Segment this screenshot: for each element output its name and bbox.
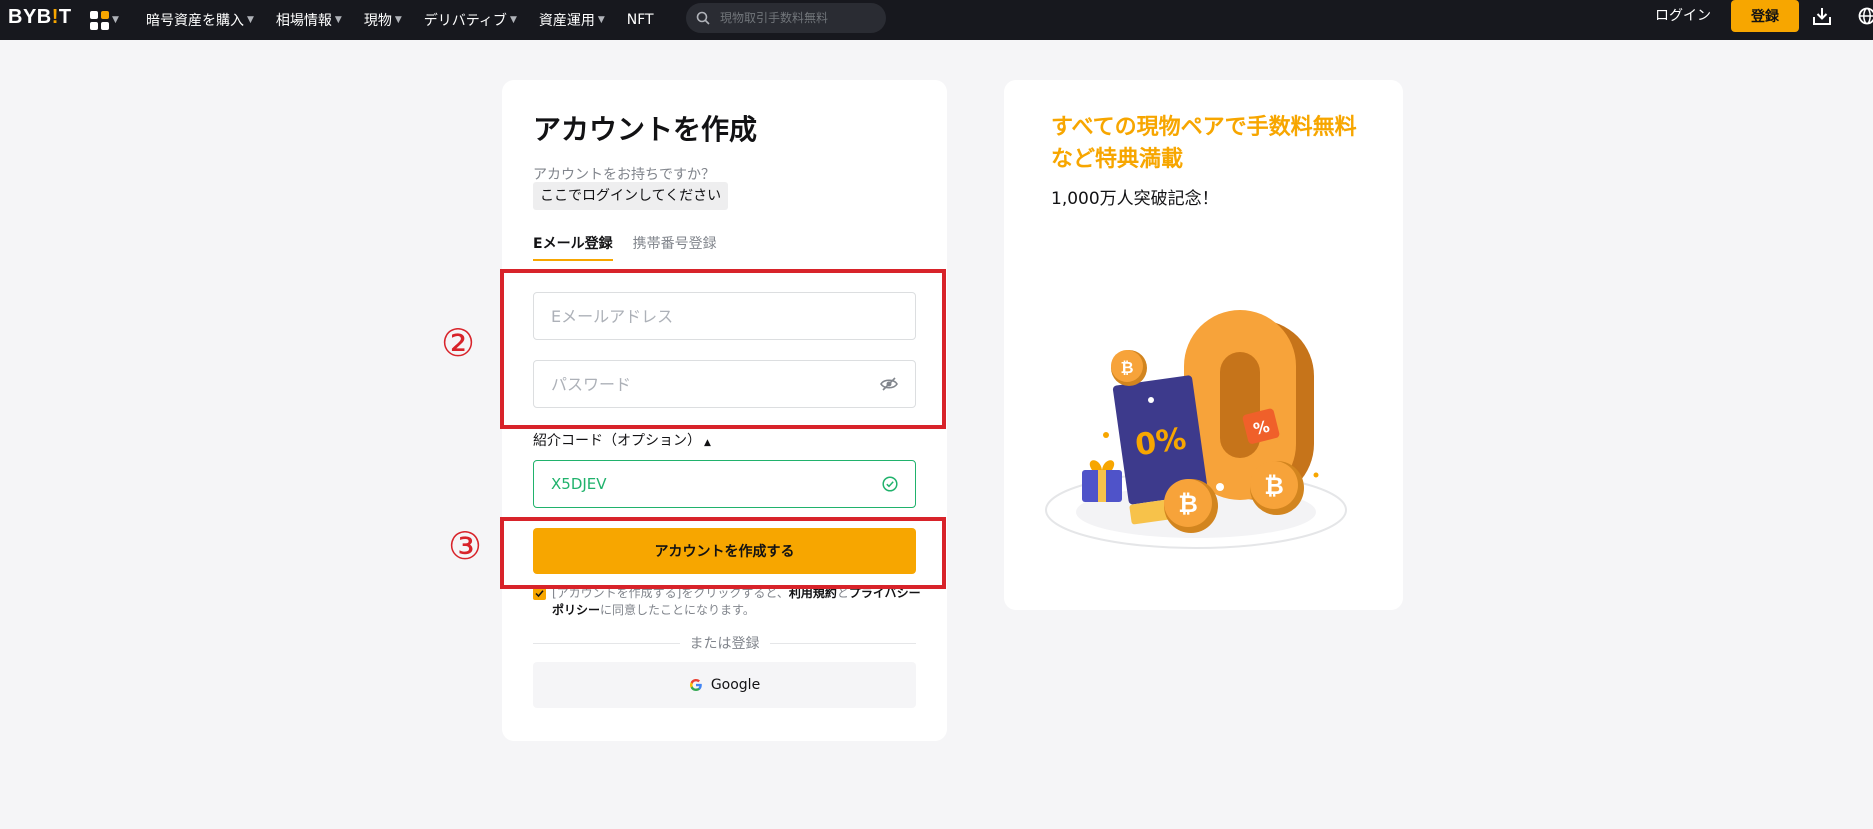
nav-label: デリバティブ: [423, 13, 507, 29]
register-button[interactable]: 登録: [1731, 0, 1799, 32]
svg-text:₿: ₿: [1178, 490, 1198, 518]
or-divider: または登録: [533, 633, 916, 653]
chevron-down-icon: ▼: [247, 15, 254, 25]
referral-code-field[interactable]: [533, 460, 916, 508]
nav-item-markets[interactable]: 相場情報 ▼: [276, 10, 342, 30]
nav-label: 資産運用: [538, 13, 595, 29]
or-register-label: または登録: [689, 636, 760, 652]
referral-label: 紹介コード（オプション）: [533, 433, 701, 449]
nav-label: 現物: [363, 13, 392, 29]
main-nav: 暗号資産を購入 ▼ 相場情報 ▼ 現物 ▼ デリバティブ ▼ 資産運用 ▼ NFT: [146, 0, 654, 40]
chevron-down-icon: ▼: [597, 15, 605, 25]
promo-card: すべての現物ペアで手数料無料など特典満載 1,000万人突破記念！ 0% ₿ ₿…: [1004, 80, 1403, 610]
annotation-marker-3: ③: [448, 524, 483, 568]
terms-suffix: に同意したことになります。: [600, 603, 755, 617]
search-icon: [696, 11, 710, 25]
nav-item-earn[interactable]: 資産運用 ▼: [539, 10, 605, 30]
tab-phone-signup[interactable]: 携帯番号登録: [633, 233, 717, 261]
have-account-text: アカウントをお持ちですか？: [533, 167, 715, 183]
top-navigation-bar: BYB!T ▼ 暗号資産を購入 ▼ 相場情報 ▼ 現物 ▼ デリバティブ ▼ 資産運用 ▼…: [0, 0, 1873, 40]
nav-label: 相場情報: [275, 13, 332, 29]
chevron-down-icon: ▼: [112, 15, 119, 25]
tab-email-signup[interactable]: Eメール登録: [533, 233, 613, 261]
login-link[interactable]: ログイン: [1655, 0, 1711, 32]
nav-item-buy-crypto[interactable]: 暗号資産を購入 ▼: [146, 10, 254, 30]
terms-text: [アカウントを作成する]をクリックすると、利用規約とプライバシーポリシーに同意し…: [552, 585, 925, 619]
logo-text: BYB: [8, 6, 52, 28]
terms-agreement: [アカウントを作成する]をクリックすると、利用規約とプライバシーポリシーに同意し…: [533, 585, 925, 619]
svg-text:₿: ₿: [1264, 472, 1284, 500]
nav-item-derivatives[interactable]: デリバティブ ▼: [424, 10, 517, 30]
search-input[interactable]: [720, 11, 870, 25]
nav-label: NFT: [626, 12, 654, 28]
bybit-logo[interactable]: BYB!T: [8, 6, 72, 29]
divider-line: [769, 642, 916, 644]
apps-grid-icon: [90, 10, 109, 30]
zero-fee-illustration: 0% ₿ ₿ ₿ %: [1045, 310, 1347, 549]
google-label: Google: [710, 677, 761, 693]
promo-subtitle: 1,000万人突破記念！: [1051, 189, 1219, 209]
divider-line: [533, 642, 680, 644]
nav-label: 暗号資産を購入: [146, 13, 244, 29]
globe-icon[interactable]: [1858, 7, 1873, 25]
chevron-down-icon: ▼: [334, 15, 342, 25]
download-icon[interactable]: [1812, 6, 1832, 26]
chevron-down-icon: ▼: [509, 15, 517, 25]
annotation-box-3: [500, 517, 946, 589]
referral-code-toggle[interactable]: 紹介コード（オプション） ▲: [533, 430, 711, 450]
login-here-link[interactable]: ここでログインしてください: [533, 182, 729, 210]
nav-item-spot[interactable]: 現物 ▼: [364, 10, 402, 30]
page-title: アカウントを作成: [533, 113, 758, 146]
logo-tail: T: [58, 6, 72, 28]
apps-menu-button[interactable]: ▼: [90, 7, 124, 33]
google-icon: [689, 679, 702, 691]
promo-title: すべての現物ペアで手数料無料など特典満載: [1051, 115, 1357, 172]
nav-item-nft[interactable]: NFT: [627, 12, 654, 28]
ticket-zero-percent: 0%: [1133, 422, 1188, 464]
annotation-marker-2: ②: [441, 321, 476, 365]
search-bar[interactable]: [686, 3, 886, 33]
google-signup-button[interactable]: Google: [533, 662, 916, 708]
logo-bang: !: [51, 6, 59, 28]
referral-code-input[interactable]: [551, 475, 882, 493]
caret-up-icon: ▲: [704, 438, 711, 448]
signup-tabs: Eメール登録 携帯番号登録: [533, 233, 717, 261]
check-circle-icon: [882, 476, 898, 492]
checkmark-icon: [535, 590, 544, 598]
svg-text:₿: ₿: [1120, 358, 1133, 377]
annotation-box-2: [500, 269, 946, 429]
chevron-down-icon: ▼: [394, 15, 402, 25]
